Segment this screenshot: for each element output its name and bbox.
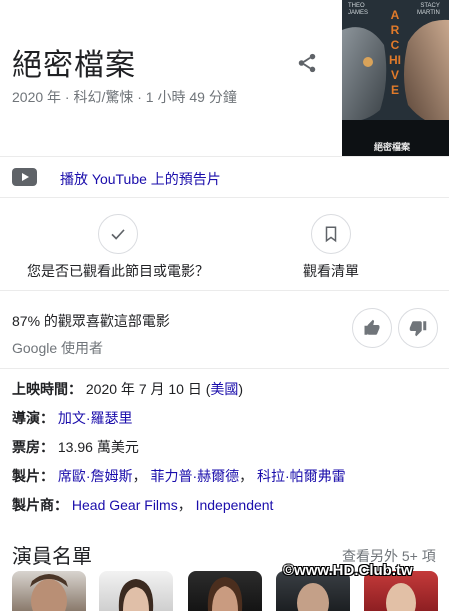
share-icon[interactable] (296, 52, 318, 74)
director-link[interactable]: 加文·羅瑟里 (58, 410, 133, 426)
release-close: ) (238, 381, 244, 397)
watchlist-label: 觀看清單 (303, 263, 359, 279)
poster-word: ARCHIVE (389, 8, 401, 97)
release-row: 上映時間： 2020 年 7 月 10 日 (美國) (12, 379, 243, 399)
movie-meta: 2020 年 · 科幻/驚悚 · 1 小時 49 分鐘 (12, 89, 237, 105)
boxoffice-value: 13.96 萬美元 (57, 439, 139, 455)
separator: ， (132, 468, 147, 484)
seen-question: 您是否已觀看此節目或電影？ (27, 263, 209, 279)
director-label: 導演： (12, 410, 54, 426)
company-link[interactable]: Head Gear Films (72, 497, 178, 513)
companies-row: 製片商： Head Gear Films， Independent (12, 495, 273, 515)
play-trailer-link[interactable]: 播放 YouTube 上的預告片 (60, 169, 221, 189)
producers-row: 製片： 席歐·詹姆斯， 菲力普·赫爾德， 科拉·帕爾弗雷 (12, 466, 346, 486)
movie-poster[interactable]: THEO JAMES STACY MARTIN ARCHIVE 絕密檔案 (342, 0, 449, 156)
cast-photo[interactable] (12, 571, 86, 611)
poster-actor-right: STACY MARTIN (417, 3, 440, 16)
play-video-icon[interactable] (12, 168, 37, 186)
companies-label: 製片商： (12, 497, 68, 513)
divider (0, 197, 449, 198)
dislike-button[interactable] (398, 308, 438, 348)
producer-link[interactable]: 科拉·帕爾弗雷 (257, 468, 346, 484)
company-link[interactable]: Independent (196, 497, 274, 513)
divider (0, 156, 449, 157)
release-value: 2020 年 7 月 10 日 ( (85, 381, 211, 397)
thumbs-down-icon (409, 321, 427, 337)
bookmark-icon (325, 226, 337, 243)
audience-rating: 87% 的觀眾喜歡這部電影 (12, 313, 170, 329)
cast-photo[interactable] (99, 571, 173, 611)
producer-link[interactable]: 菲力普·赫爾德 (150, 468, 239, 484)
poster-actor-left: THEO JAMES (348, 3, 369, 16)
thumbs-up-icon (364, 319, 380, 335)
release-country-link[interactable]: 美國 (210, 381, 238, 397)
like-button[interactable] (352, 308, 392, 348)
cast-heading: 演員名單 (12, 546, 92, 568)
boxoffice-label: 票房： (12, 439, 54, 455)
producer-link[interactable]: 席歐·詹姆斯 (58, 468, 133, 484)
mark-watched-button[interactable] (98, 214, 138, 254)
divider (0, 290, 449, 291)
release-label: 上映時間： (12, 381, 82, 397)
producers-label: 製片： (12, 468, 54, 484)
director-row: 導演： 加文·羅瑟里 (12, 408, 133, 428)
cast-photo[interactable] (188, 571, 262, 611)
separator: ， (177, 497, 192, 513)
watermark: ©www.HD.Club.tw (283, 562, 413, 579)
watchlist-button[interactable] (311, 214, 351, 254)
poster-caption: 絕密檔案 (374, 142, 411, 152)
rating-source: Google 使用者 (12, 340, 104, 356)
movie-title: 絕密檔案 (12, 49, 136, 82)
separator: ， (239, 468, 254, 484)
divider (0, 368, 449, 369)
boxoffice-row: 票房： 13.96 萬美元 (12, 437, 139, 457)
check-icon (111, 229, 125, 240)
